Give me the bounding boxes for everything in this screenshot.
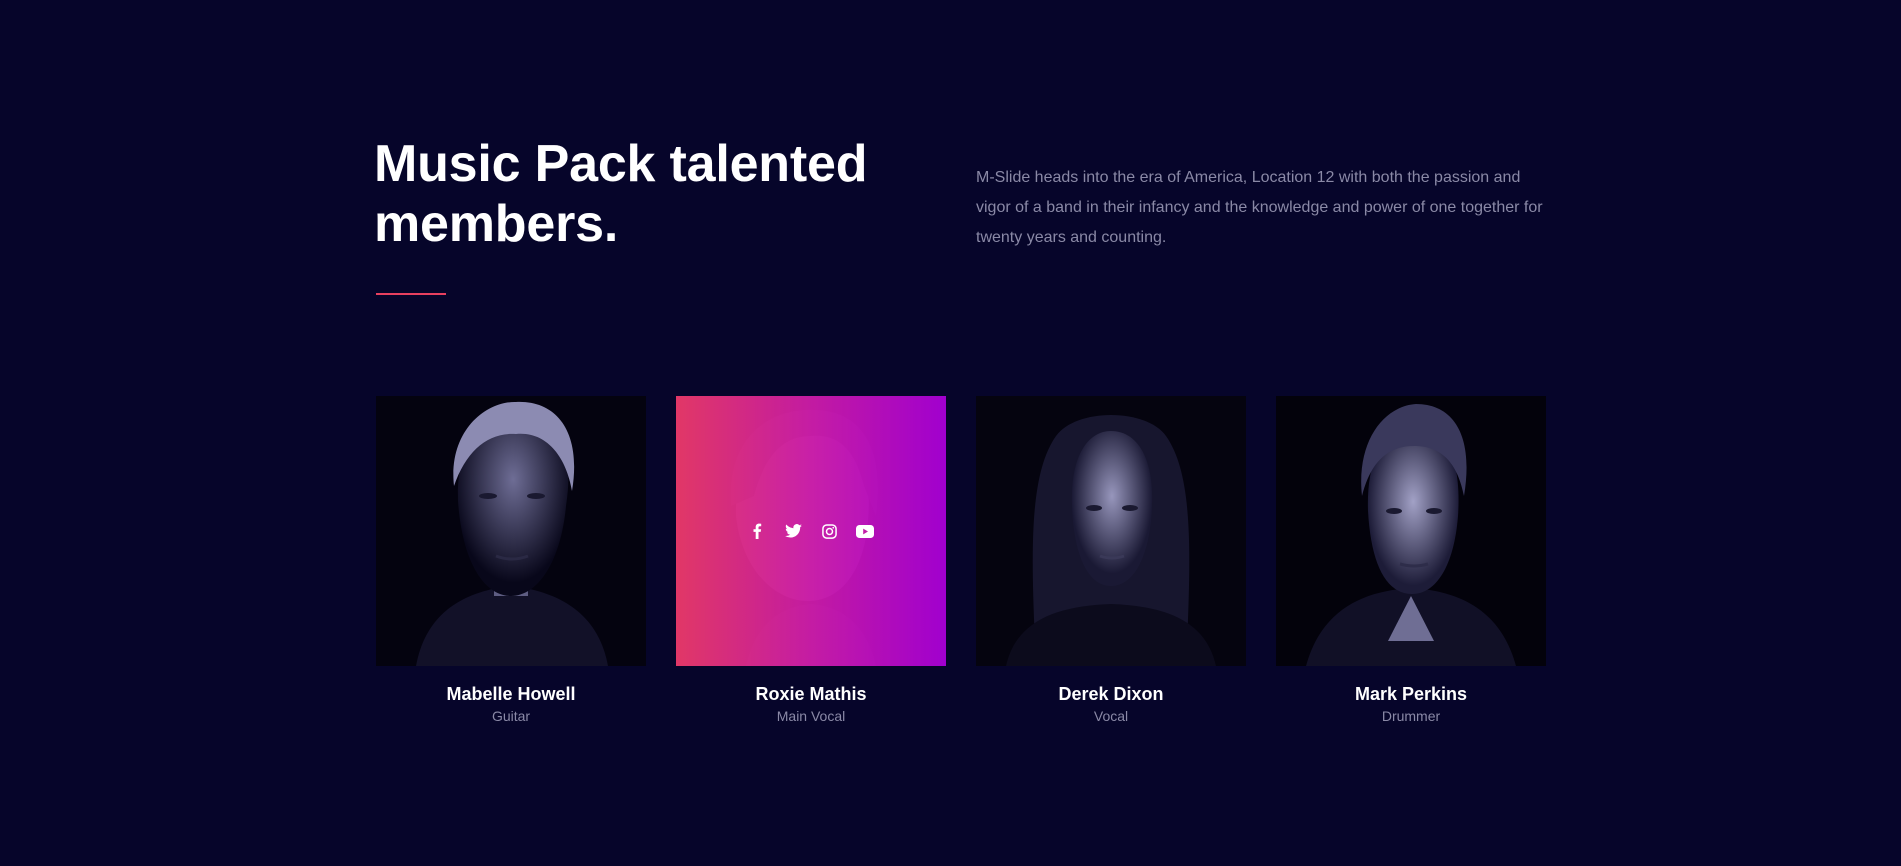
member-card[interactable]: Roxie Mathis Main Vocal (676, 396, 946, 725)
member-photo[interactable] (1276, 396, 1546, 666)
title-underline (376, 293, 446, 295)
facebook-icon[interactable] (748, 522, 766, 540)
member-name[interactable]: Derek Dixon (976, 683, 1246, 705)
instagram-icon[interactable] (820, 522, 838, 540)
member-card[interactable]: Mabelle Howell Guitar (376, 396, 646, 725)
member-role: Guitar (491, 708, 531, 724)
portrait-image (376, 396, 646, 666)
member-role: Main Vocal (776, 708, 846, 724)
member-photo[interactable] (676, 396, 946, 666)
portrait-image (976, 396, 1246, 666)
member-photo[interactable] (976, 396, 1246, 666)
member-name[interactable]: Mark Perkins (1276, 683, 1546, 705)
portrait-image (1276, 396, 1546, 666)
member-role: Drummer (1381, 708, 1441, 724)
member-card[interactable]: Mark Perkins Drummer (1276, 396, 1546, 725)
youtube-icon[interactable] (856, 522, 874, 540)
member-card[interactable]: Derek Dixon Vocal (976, 396, 1246, 725)
member-name[interactable]: Mabelle Howell (376, 683, 646, 705)
section-description: M-Slide heads into the era of America, L… (976, 169, 1543, 246)
member-role: Vocal (1093, 708, 1129, 724)
member-photo[interactable] (376, 396, 646, 666)
team-section: Music Pack talented members. M-Slide hea… (0, 0, 1901, 866)
section-title: Music Pack talented members. (374, 135, 868, 253)
member-name[interactable]: Roxie Mathis (676, 683, 946, 705)
twitter-icon[interactable] (784, 522, 802, 540)
social-overlay (676, 396, 946, 666)
